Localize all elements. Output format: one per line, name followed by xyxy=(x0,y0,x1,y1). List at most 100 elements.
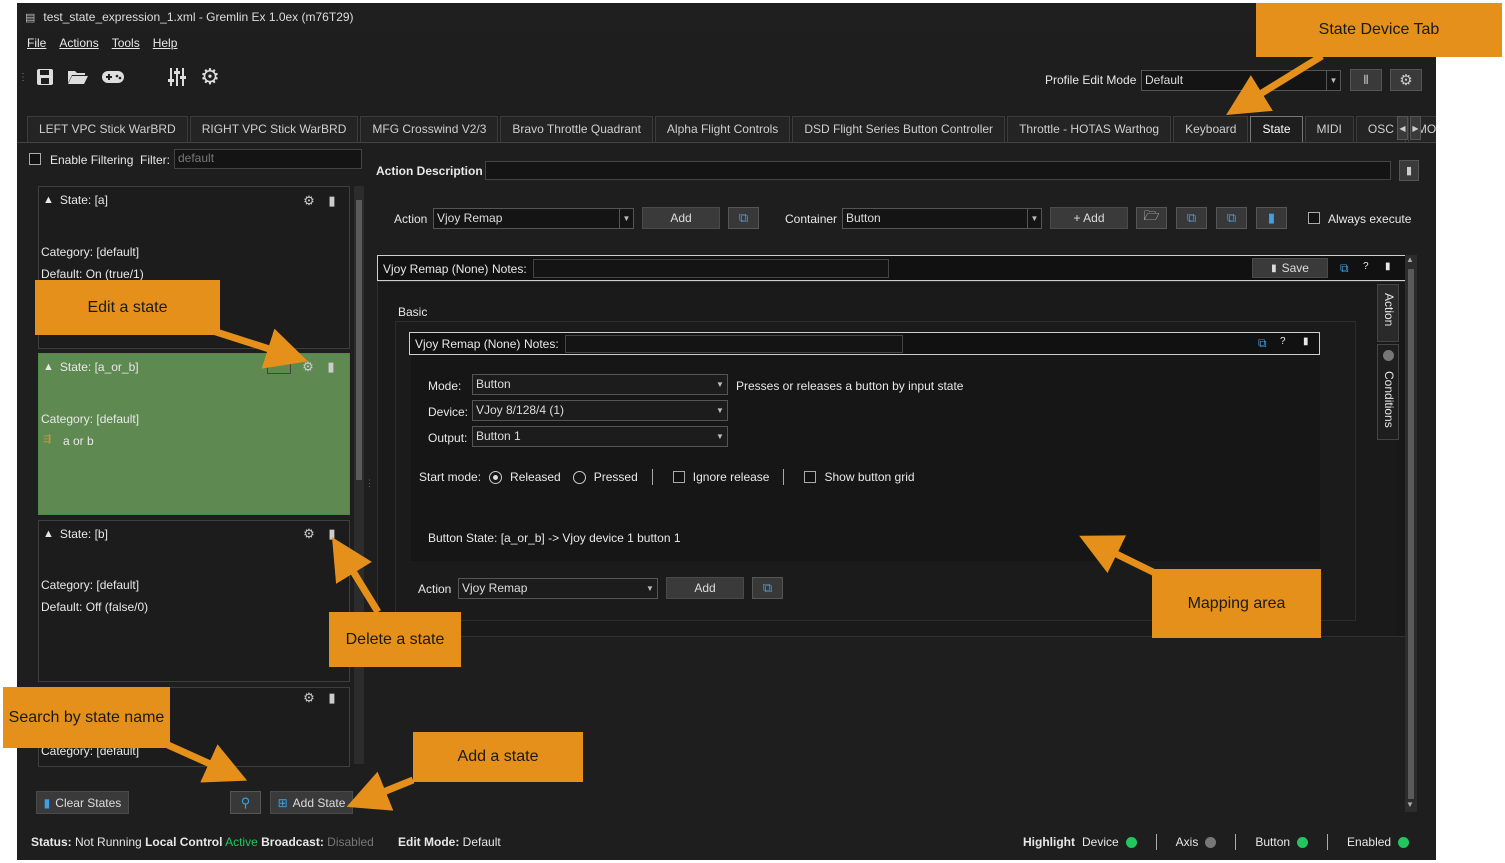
state-card-selected[interactable]: ▲ State: [a_or_b] ⚙ ▮ Category: [default]… xyxy=(38,353,350,515)
add-state-button[interactable]: ⊞ Add State xyxy=(270,791,353,814)
chevron-down-icon: ▼ xyxy=(619,209,633,228)
action-description-input[interactable] xyxy=(485,161,1391,180)
state-detail: Default: On (true/1) xyxy=(41,267,144,281)
search-button[interactable]: ⚲ xyxy=(230,791,261,814)
tab-right-vpc[interactable]: RIGHT VPC Stick WarBRD xyxy=(189,116,359,142)
tab-left-vpc[interactable]: LEFT VPC Stick WarBRD xyxy=(27,116,188,142)
tabs-scroll-right-icon[interactable]: ▶ xyxy=(1410,116,1421,140)
state-card[interactable]: ▲ State: [b] ⚙ ▮ Category: [default] Defa… xyxy=(38,520,350,682)
app-window: ▤ test_state_expression_1.xml - Gremlin … xyxy=(17,3,1436,860)
side-tab-conditions[interactable]: Conditions xyxy=(1377,344,1399,440)
clear-states-button[interactable]: ▮ Clear States xyxy=(36,791,129,814)
gamepad-icon[interactable] xyxy=(99,65,127,89)
bottom-action-value: Vjoy Remap xyxy=(462,581,528,595)
help-icon[interactable]: ? xyxy=(1280,336,1286,347)
tab-dsd[interactable]: DSD Flight Series Button Controller xyxy=(792,116,1006,142)
open-folder-icon[interactable]: 🗁 xyxy=(1136,207,1167,229)
container-value: Button xyxy=(846,211,881,225)
menu-actions[interactable]: Actions xyxy=(59,36,98,50)
state-list-scrollbar[interactable] xyxy=(354,186,364,764)
side-tab-action-label: Action xyxy=(1382,293,1396,327)
copy-icon[interactable]: ⧉ xyxy=(1176,207,1207,229)
enable-filtering-checkbox[interactable] xyxy=(29,153,41,165)
output-value: Button 1 xyxy=(476,429,521,443)
scroll-down-icon[interactable]: ▼ xyxy=(1406,800,1414,809)
ignore-release-checkbox[interactable] xyxy=(672,471,685,483)
profile-edit-mode-select[interactable]: Default ▼ xyxy=(1141,70,1341,91)
button-label: Button xyxy=(1255,835,1291,849)
show-button-grid-checkbox[interactable] xyxy=(804,471,817,483)
released-radio[interactable] xyxy=(489,470,503,484)
menu-help[interactable]: Help xyxy=(153,36,178,50)
gear-icon[interactable]: ⚙ xyxy=(301,359,315,374)
add-action-button[interactable]: Add xyxy=(642,207,720,229)
save-button[interactable]: ▮ Save xyxy=(1252,258,1328,278)
tab-warthog[interactable]: Throttle - HOTAS Warthog xyxy=(1007,116,1172,142)
action-select[interactable]: Vjoy Remap ▼ xyxy=(433,208,634,229)
callout-state-device-tab: State Device Tab xyxy=(1256,3,1502,57)
close-icon[interactable]: ▮ xyxy=(1303,336,1309,347)
bottom-action-select[interactable]: Vjoy Remap ▼ xyxy=(458,578,658,599)
tab-state[interactable]: State xyxy=(1250,116,1303,142)
filter-input[interactable]: default xyxy=(174,149,362,169)
splitter-handle[interactable]: ⋮ xyxy=(365,478,374,498)
open-folder-icon[interactable] xyxy=(65,65,91,89)
gear-icon[interactable]: ⚙ xyxy=(302,526,316,541)
action-title: Vjoy Remap (None) xyxy=(415,337,521,351)
paste-icon[interactable]: ⧉ xyxy=(1216,207,1247,229)
trash-icon[interactable]: ▮ xyxy=(325,690,339,705)
close-icon[interactable]: ▮ xyxy=(1385,261,1391,272)
vjoy-mapping-panel: Mode: Button ▼ Presses or releases a butt… xyxy=(411,355,1320,561)
grip-icon: ⋮ xyxy=(18,71,28,83)
tab-alpha-flight[interactable]: Alpha Flight Controls xyxy=(654,116,791,142)
trash-icon[interactable]: ▮ xyxy=(325,193,339,208)
plus-box-icon: ⊞ xyxy=(277,795,288,810)
scroll-up-icon[interactable]: ▲ xyxy=(1406,255,1414,264)
add-container-button[interactable]: + Add xyxy=(1050,207,1128,229)
gear-icon[interactable]: ⚙ xyxy=(302,193,316,208)
side-tab-conditions-label: Conditions xyxy=(1382,371,1396,428)
gear-icon[interactable]: ⚙ xyxy=(302,690,316,705)
trash-icon[interactable]: ▮ xyxy=(324,359,338,374)
output-label: Output: xyxy=(428,431,468,445)
side-tab-action[interactable]: Action xyxy=(1377,284,1399,342)
main-scrollbar[interactable]: ▲ ▼ xyxy=(1405,255,1417,812)
mode-select[interactable]: Button ▼ xyxy=(472,374,728,395)
action-notes-input[interactable] xyxy=(565,335,903,353)
expand-button[interactable] xyxy=(267,360,291,374)
bottom-add-button[interactable]: Add xyxy=(666,577,744,599)
sliders-icon[interactable] xyxy=(165,65,189,89)
paste-icon[interactable]: ⧉ xyxy=(728,207,759,229)
trash-icon[interactable]: ▮ xyxy=(325,526,339,541)
help-icon[interactable]: ? xyxy=(1363,261,1369,272)
tab-mfg-crosswind[interactable]: MFG Crosswind V2/3 xyxy=(360,116,499,142)
menu-tools[interactable]: Tools xyxy=(112,36,140,50)
tab-midi[interactable]: MIDI xyxy=(1304,116,1354,142)
tab-bravo-throttle[interactable]: Bravo Throttle Quadrant xyxy=(500,116,653,142)
state-icon: ▲ xyxy=(43,194,54,206)
share-icon[interactable]: ⫴ xyxy=(1350,69,1382,91)
copy-icon[interactable]: ⧉ xyxy=(1258,336,1267,351)
title-bar: ▤ test_state_expression_1.xml - Gremlin … xyxy=(17,3,1436,31)
trash-icon[interactable]: ▮ xyxy=(1256,207,1287,229)
container-header: Vjoy Remap (None) Notes: ▮ Save ⧉ ? ▮ xyxy=(377,255,1409,281)
paste-icon[interactable]: ⧉ xyxy=(752,577,783,599)
copy-icon[interactable]: ⧉ xyxy=(1340,261,1349,276)
gear-icon[interactable]: ⚙ xyxy=(1390,69,1422,91)
menu-file[interactable]: File xyxy=(27,36,46,50)
device-select[interactable]: VJoy 8/128/4 (1) ▼ xyxy=(472,400,728,421)
always-execute-checkbox[interactable] xyxy=(1308,212,1320,224)
device-label: Device: xyxy=(428,405,469,419)
trash-icon[interactable]: ▮ xyxy=(1399,160,1419,181)
save-icon[interactable] xyxy=(33,65,57,89)
pressed-radio[interactable] xyxy=(572,470,586,484)
container-select[interactable]: Button ▼ xyxy=(842,208,1042,229)
device-value: VJoy 8/128/4 (1) xyxy=(476,403,565,417)
container-notes-input[interactable] xyxy=(533,259,889,278)
always-execute-label: Always execute xyxy=(1328,212,1412,226)
callout-search: Search by state name xyxy=(3,687,170,748)
tabs-scroll-left-icon[interactable]: ◀ xyxy=(1397,116,1408,140)
settings-gear-icon[interactable]: ⚙ xyxy=(198,64,222,89)
tab-keyboard[interactable]: Keyboard xyxy=(1173,116,1249,142)
output-select[interactable]: Button 1 ▼ xyxy=(472,426,728,447)
